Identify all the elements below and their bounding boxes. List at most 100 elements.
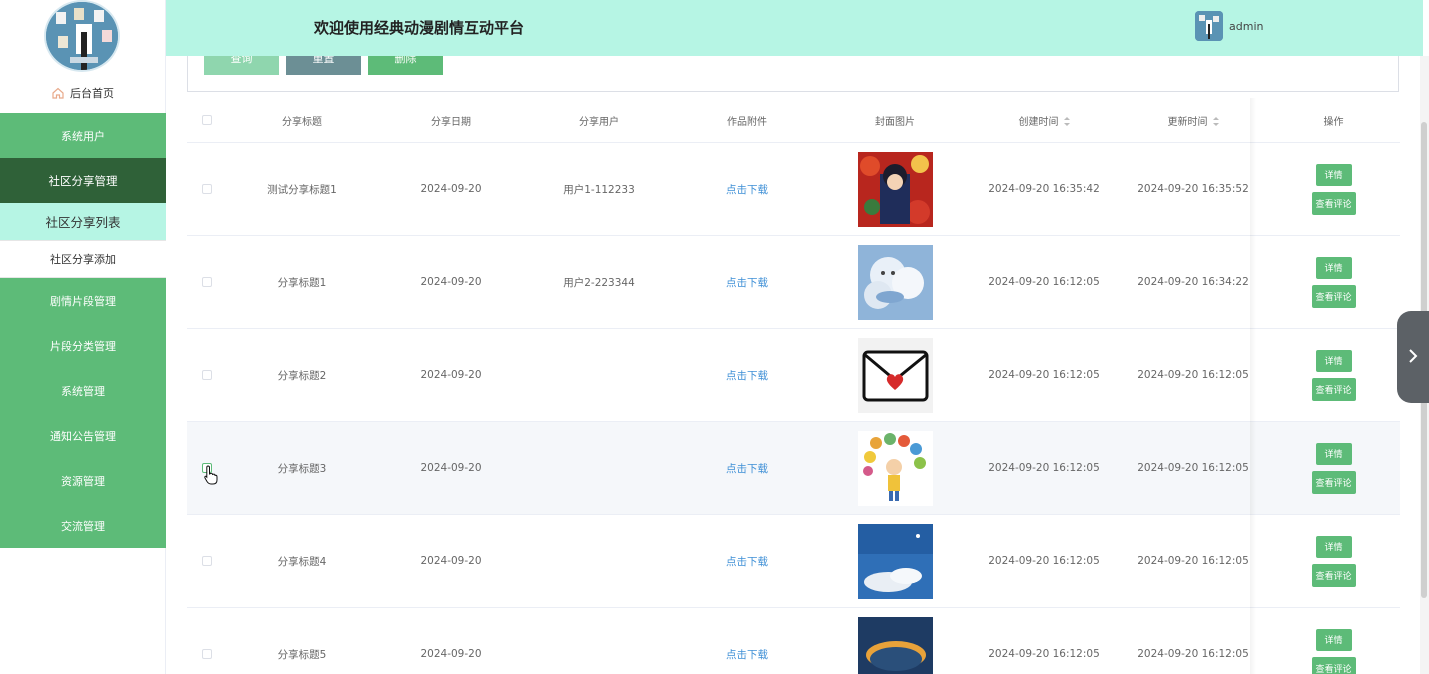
view-comments-button[interactable]: 查看评论 bbox=[1311, 563, 1356, 587]
row-actions: 详情 查看评论 bbox=[1267, 535, 1400, 587]
submenu-item-label: 社区分享列表 bbox=[45, 215, 121, 230]
select-all-checkbox[interactable] bbox=[202, 115, 212, 125]
created-time: 2024-09-20 16:12:05 bbox=[988, 648, 1100, 660]
row-actions: 详情 查看评论 bbox=[1267, 628, 1400, 674]
column-header-sortable[interactable]: 更新时间 bbox=[1119, 113, 1267, 128]
sidebar-item-system-management[interactable]: 系统管理 bbox=[0, 368, 166, 413]
updated-time: 2024-09-20 16:35:52 bbox=[1137, 183, 1249, 195]
row-select-cell bbox=[187, 277, 227, 287]
download-link[interactable]: 点击下载 bbox=[673, 182, 821, 197]
cover-image[interactable] bbox=[857, 337, 933, 413]
column-header: 作品附件 bbox=[727, 116, 767, 128]
sidebar-item-resources[interactable]: 资源管理 bbox=[0, 458, 166, 503]
download-link[interactable]: 点击下载 bbox=[673, 275, 821, 290]
sidebar-item-label: 剧情片段管理 bbox=[50, 294, 116, 308]
row-checkbox[interactable] bbox=[202, 184, 212, 194]
username: admin bbox=[1229, 19, 1264, 33]
query-button-label: 查询 bbox=[230, 56, 253, 65]
detail-button[interactable]: 详情 bbox=[1315, 628, 1352, 651]
row-select-cell bbox=[187, 184, 227, 194]
created-time: 2024-09-20 16:35:42 bbox=[988, 183, 1100, 195]
download-link[interactable]: 点击下载 bbox=[673, 461, 821, 476]
view-comments-button[interactable]: 查看评论 bbox=[1311, 191, 1356, 215]
column-header-sortable[interactable]: 创建时间 bbox=[969, 113, 1119, 128]
share-title: 测试分享标题1 bbox=[267, 183, 337, 196]
share-user: 用户2-223344 bbox=[563, 276, 635, 289]
sort-icon[interactable] bbox=[1063, 117, 1070, 126]
sidebar-item-label: 通知公告管理 bbox=[50, 429, 116, 443]
download-link[interactable]: 点击下载 bbox=[673, 368, 821, 383]
updated-time: 2024-09-20 16:12:05 bbox=[1137, 555, 1249, 567]
view-comments-button[interactable]: 查看评论 bbox=[1311, 284, 1356, 308]
share-table: 分享标题 分享日期 分享用户 作品附件 封面图片 创建时间 更新时间 操作 测试… bbox=[187, 98, 1400, 674]
cover-image-cell bbox=[821, 151, 969, 227]
row-checkbox[interactable] bbox=[202, 277, 212, 287]
cover-image[interactable] bbox=[857, 151, 933, 227]
column-header-label: 更新时间 bbox=[1167, 116, 1208, 128]
detail-button[interactable]: 详情 bbox=[1315, 442, 1352, 465]
sidebar-menu: 系统用户 社区分享管理 社区分享列表 社区分享添加 剧情片段管理 片段分类管理 … bbox=[0, 113, 166, 548]
query-button[interactable]: 查询 bbox=[204, 56, 279, 75]
sort-icon[interactable] bbox=[1212, 117, 1219, 126]
created-time: 2024-09-20 16:12:05 bbox=[988, 462, 1100, 474]
download-link[interactable]: 点击下载 bbox=[673, 554, 821, 569]
cover-image[interactable] bbox=[857, 616, 933, 674]
drawer-toggle-button[interactable] bbox=[1397, 311, 1429, 403]
row-checkbox[interactable] bbox=[202, 370, 212, 380]
cover-image-cell bbox=[821, 616, 969, 674]
sidebar-item-label: 系统用户 bbox=[61, 129, 105, 143]
chevron-right-icon bbox=[1408, 348, 1418, 367]
view-comments-button[interactable]: 查看评论 bbox=[1311, 470, 1356, 494]
home-link-label: 后台首页 bbox=[70, 87, 114, 100]
share-date: 2024-09-20 bbox=[420, 462, 482, 474]
reset-button-label: 重置 bbox=[312, 56, 335, 65]
row-checkbox[interactable] bbox=[202, 556, 212, 566]
cover-image[interactable] bbox=[857, 523, 933, 599]
sidebar-item-community-share[interactable]: 社区分享管理 bbox=[0, 158, 166, 203]
sidebar-item-label: 系统管理 bbox=[61, 384, 105, 398]
cover-image[interactable] bbox=[857, 430, 933, 506]
updated-time: 2024-09-20 16:12:05 bbox=[1137, 648, 1249, 660]
cover-image[interactable] bbox=[857, 244, 933, 320]
download-link[interactable]: 点击下载 bbox=[673, 647, 821, 662]
sidebar-item-segment-category[interactable]: 片段分类管理 bbox=[0, 323, 166, 368]
sidebar-item-plot-segments[interactable]: 剧情片段管理 bbox=[0, 278, 166, 323]
delete-button-label: 删除 bbox=[394, 56, 417, 65]
detail-button[interactable]: 详情 bbox=[1315, 163, 1352, 186]
view-comments-button[interactable]: 查看评论 bbox=[1311, 377, 1356, 401]
share-title: 分享标题2 bbox=[277, 369, 327, 382]
sidebar-item-announcements[interactable]: 通知公告管理 bbox=[0, 413, 166, 458]
sidebar-item-system-users[interactable]: 系统用户 bbox=[0, 113, 166, 158]
row-checkbox[interactable] bbox=[202, 649, 212, 659]
table-row: 分享标题3 2024-09-20 点击下载 2024-09-20 16:12:0… bbox=[187, 422, 1400, 515]
share-title: 分享标题1 bbox=[277, 276, 327, 289]
share-title: 分享标题5 bbox=[277, 648, 327, 661]
share-date: 2024-09-20 bbox=[420, 276, 482, 288]
sidebar-avatar bbox=[44, 0, 120, 72]
share-date: 2024-09-20 bbox=[420, 648, 482, 660]
submenu-item-label: 社区分享添加 bbox=[50, 253, 116, 266]
column-header: 分享日期 bbox=[431, 116, 471, 128]
detail-button[interactable]: 详情 bbox=[1315, 256, 1352, 279]
share-user: 用户1-112233 bbox=[563, 183, 635, 196]
detail-button[interactable]: 详情 bbox=[1315, 535, 1352, 558]
fixed-column-shadow bbox=[1250, 98, 1256, 674]
submenu-item-share-list[interactable]: 社区分享列表 bbox=[0, 203, 166, 241]
submenu-item-share-add[interactable]: 社区分享添加 bbox=[0, 241, 166, 278]
row-select-cell bbox=[187, 649, 227, 659]
delete-button[interactable]: 删除 bbox=[368, 56, 443, 75]
share-date: 2024-09-20 bbox=[420, 555, 482, 567]
user-menu[interactable]: admin bbox=[1195, 11, 1263, 41]
table-row: 分享标题1 2024-09-20 用户2-223344 点击下载 2024-09… bbox=[187, 236, 1400, 329]
sidebar-item-exchange[interactable]: 交流管理 bbox=[0, 503, 166, 548]
home-icon bbox=[52, 87, 64, 99]
detail-button[interactable]: 详情 bbox=[1315, 349, 1352, 372]
view-comments-button[interactable]: 查看评论 bbox=[1311, 656, 1356, 674]
updated-time: 2024-09-20 16:12:05 bbox=[1137, 462, 1249, 474]
column-header: 操作 bbox=[1323, 116, 1344, 128]
reset-button[interactable]: 重置 bbox=[286, 56, 361, 75]
home-link[interactable]: 后台首页 bbox=[0, 82, 166, 104]
sidebar-item-label: 资源管理 bbox=[61, 474, 105, 488]
cover-image-cell bbox=[821, 337, 969, 413]
row-select-cell bbox=[187, 556, 227, 566]
